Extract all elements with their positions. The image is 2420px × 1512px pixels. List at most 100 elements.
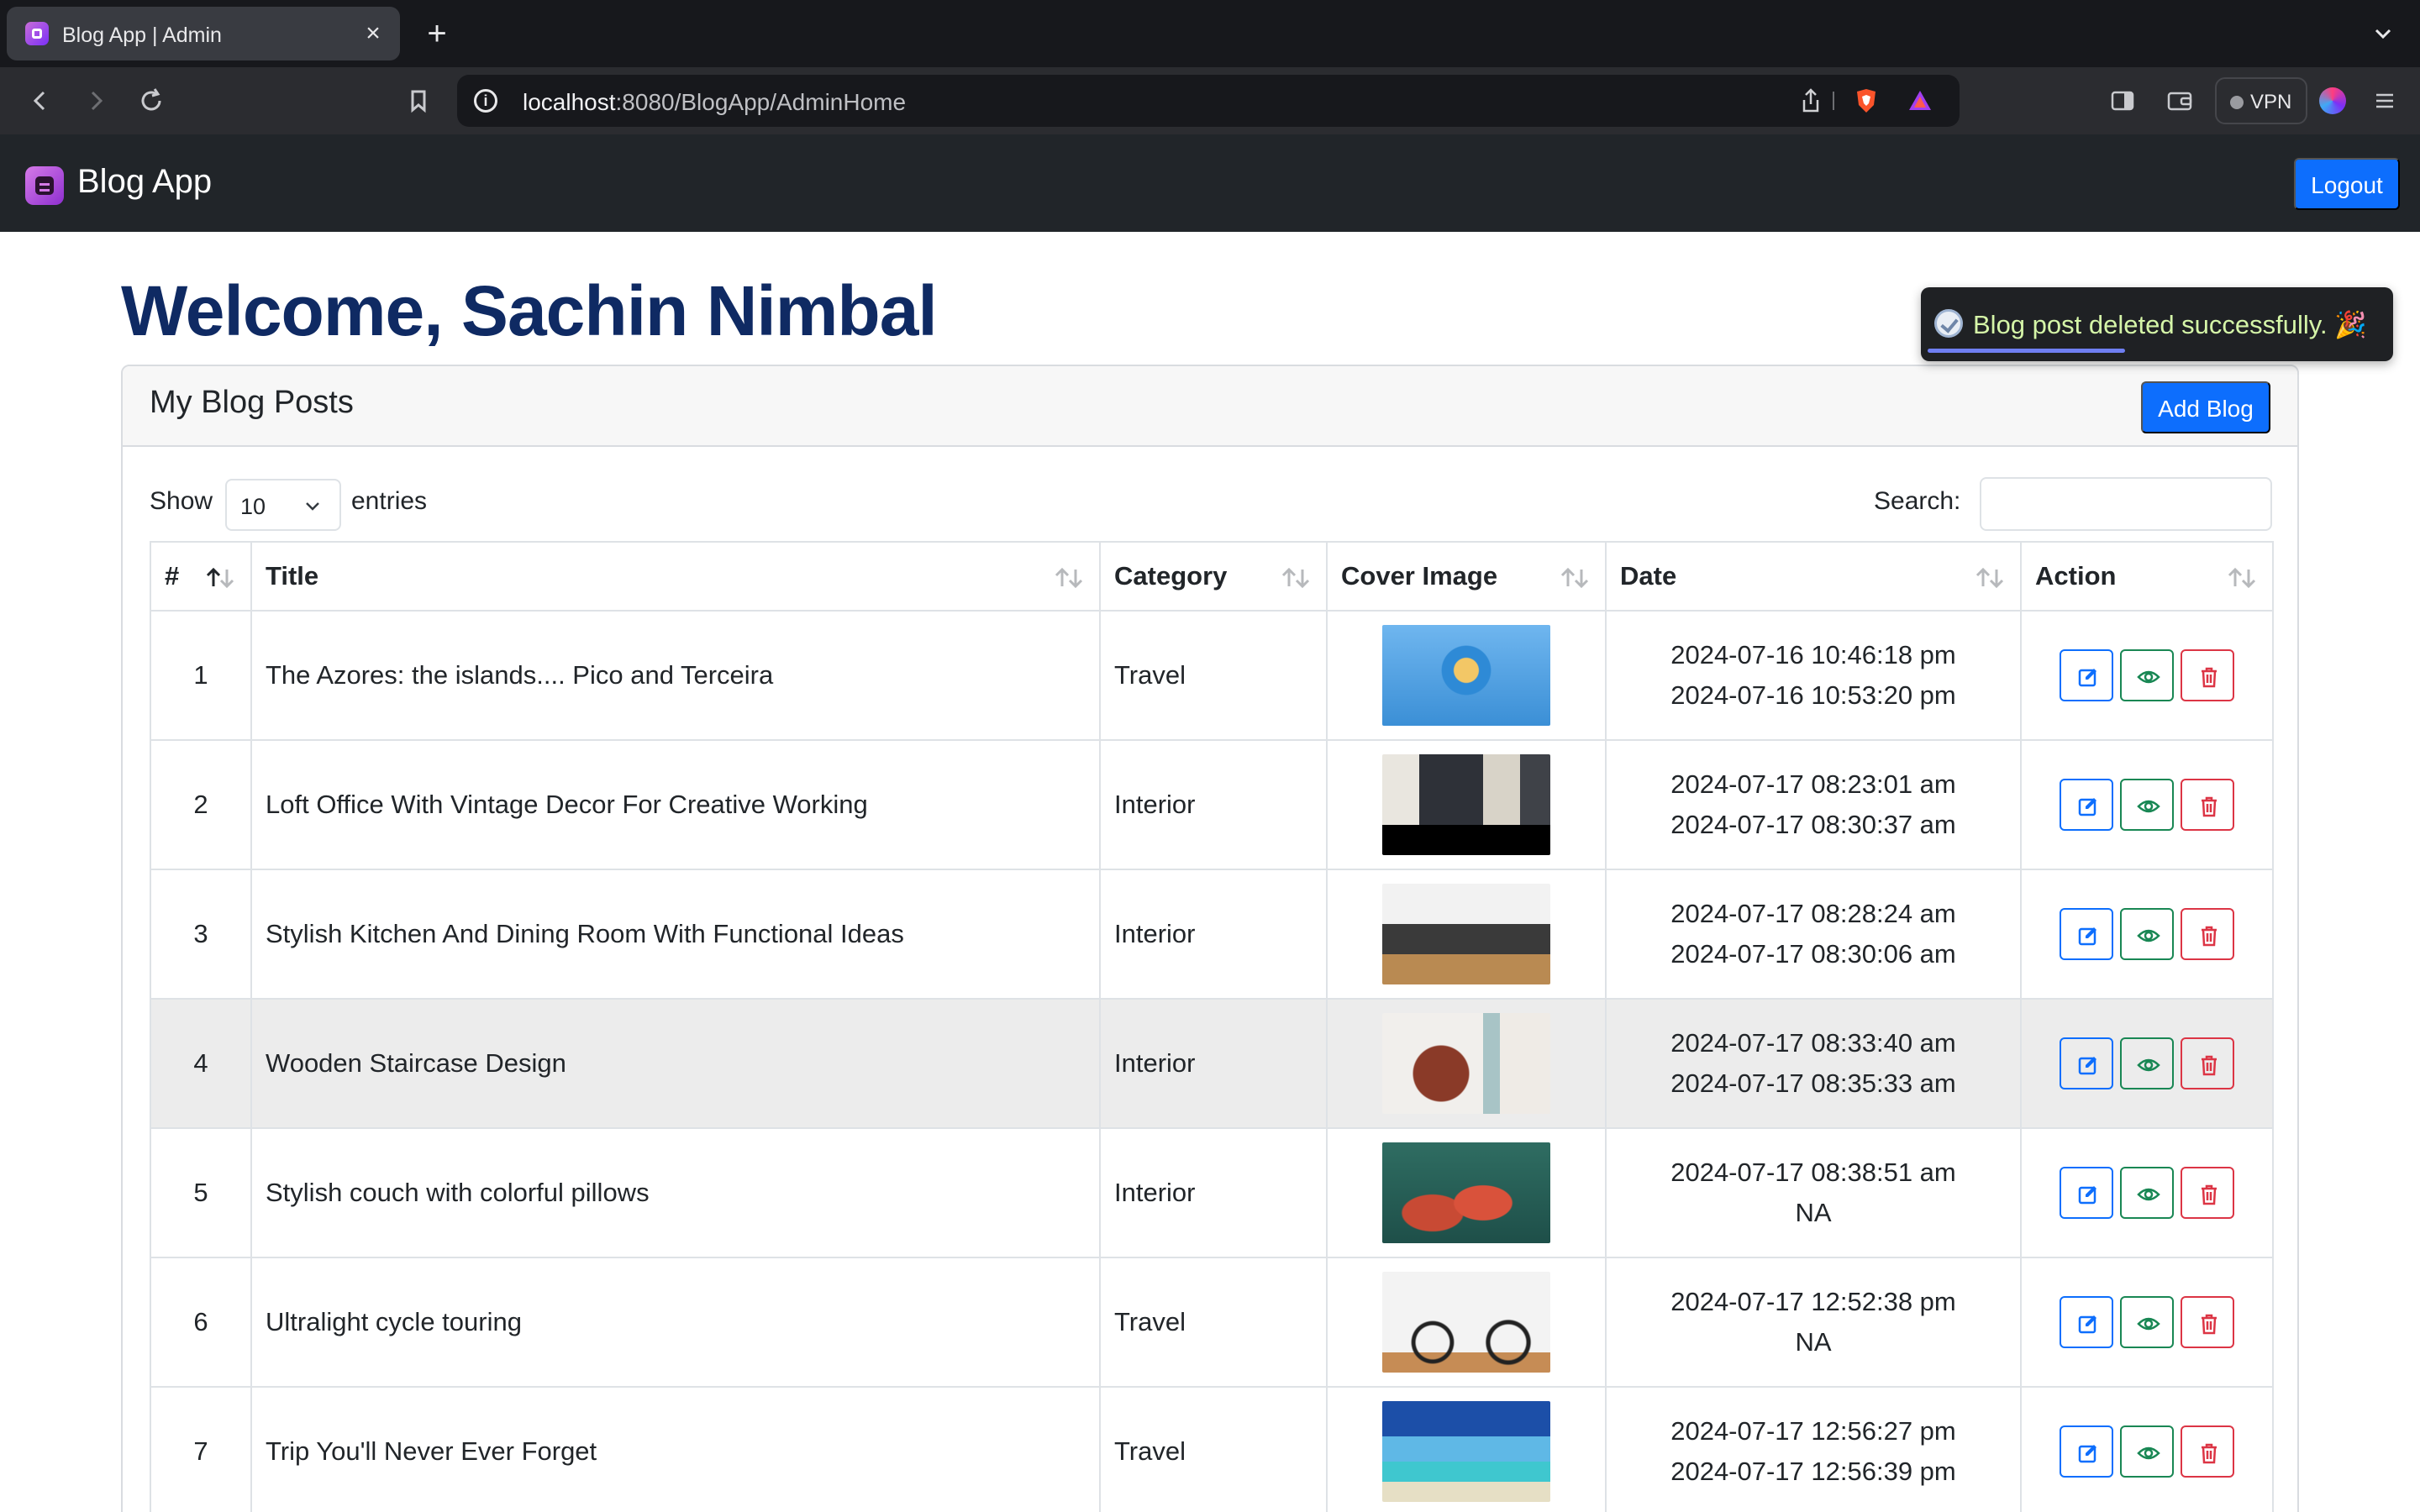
sort-icon — [1558, 566, 1591, 590]
logout-button[interactable]: Logout — [2294, 158, 2400, 210]
cover-image — [1382, 1401, 1550, 1502]
eye-icon — [2137, 1188, 2160, 1201]
blog-app-logo-icon — [25, 166, 64, 205]
close-tab-icon[interactable]: × — [358, 18, 388, 49]
action-cell — [2020, 1127, 2274, 1258]
back-icon[interactable] — [24, 84, 57, 118]
created-date: 2024-07-17 12:56:27 pm — [1670, 1416, 1956, 1446]
delete-button[interactable] — [2181, 1167, 2234, 1219]
eye-icon — [2137, 929, 2160, 942]
new-tab-button[interactable]: + — [418, 15, 455, 52]
brave-rewards-icon[interactable] — [1906, 87, 1934, 115]
post-title: Trip You'll Never Ever Forget — [250, 1386, 1101, 1512]
sidebar-toggle-icon[interactable] — [2106, 84, 2139, 118]
column-header-cover-image[interactable]: Cover Image — [1326, 541, 1607, 612]
post-category: Interior — [1099, 998, 1328, 1129]
updated-date: 2024-07-17 12:56:39 pm — [1670, 1457, 1956, 1486]
menu-icon[interactable] — [2368, 84, 2402, 118]
cover-image — [1382, 1013, 1550, 1114]
edit-button[interactable] — [2060, 779, 2113, 831]
delete-button[interactable] — [2181, 1296, 2234, 1348]
row-number: 2 — [150, 739, 252, 870]
post-title: Ultralight cycle touring — [250, 1257, 1101, 1388]
entries-select[interactable]: 10 — [225, 479, 341, 531]
edit-button[interactable] — [2060, 649, 2113, 701]
tab-list-chevron-icon[interactable] — [2368, 18, 2398, 49]
edit-icon — [2078, 1057, 2096, 1075]
edit-icon — [2078, 798, 2096, 816]
chevron-down-icon — [304, 497, 321, 514]
edit-icon — [2078, 669, 2096, 687]
site-info-icon[interactable]: i — [474, 89, 497, 113]
edit-button[interactable] — [2060, 1037, 2113, 1089]
trash-icon — [2202, 667, 2217, 688]
delete-button[interactable] — [2181, 908, 2234, 960]
cover-image — [1382, 754, 1550, 855]
post-title: Stylish Kitchen And Dining Room With Fun… — [250, 869, 1101, 1000]
sort-icon — [1973, 566, 2007, 590]
edit-button[interactable] — [2060, 1296, 2113, 1348]
sort-icon — [1279, 566, 1313, 590]
url-text: localhost:8080/BlogApp/AdminHome — [523, 89, 907, 115]
brand-name[interactable]: Blog App — [77, 163, 212, 201]
divider — [1832, 87, 1835, 115]
wallet-icon[interactable] — [2163, 84, 2196, 118]
cover-image-cell — [1326, 739, 1607, 870]
view-button[interactable] — [2120, 1167, 2174, 1219]
edit-icon — [2078, 1445, 2096, 1463]
action-cell — [2020, 739, 2274, 870]
sort-icon — [2225, 566, 2259, 590]
browser-toolbar: i localhost:8080/BlogApp/AdminHome VPN — [0, 67, 2420, 134]
view-button[interactable] — [2120, 779, 2174, 831]
post-title: The Azores: the islands.... Pico and Ter… — [250, 610, 1101, 741]
cover-image — [1382, 625, 1550, 726]
post-title: Loft Office With Vintage Decor For Creat… — [250, 739, 1101, 870]
post-category: Interior — [1099, 869, 1328, 1000]
updated-date: 2024-07-16 10:53:20 pm — [1670, 680, 1956, 710]
edit-button[interactable] — [2060, 908, 2113, 960]
edit-button[interactable] — [2060, 1167, 2113, 1219]
add-blog-button[interactable]: Add Blog — [2141, 381, 2270, 433]
column-header-category[interactable]: Category — [1099, 541, 1328, 612]
row-number: 4 — [150, 998, 252, 1129]
browser-tab-bar: Blog App | Admin × + — [0, 0, 2420, 67]
post-dates: 2024-07-17 08:28:24 am 2024-07-17 08:30:0… — [1605, 869, 2022, 1000]
bookmark-icon[interactable] — [402, 84, 435, 118]
delete-button[interactable] — [2181, 779, 2234, 831]
post-title: Wooden Staircase Design — [250, 998, 1101, 1129]
delete-button[interactable] — [2181, 649, 2234, 701]
search-input[interactable] — [1980, 477, 2272, 531]
column-header-action[interactable]: Action — [2020, 541, 2274, 612]
table-row: 7 Trip You'll Never Ever Forget Travel 2… — [150, 1386, 2274, 1512]
table-row: 6 Ultralight cycle touring Travel 2024-0… — [150, 1257, 2274, 1388]
delete-button[interactable] — [2181, 1037, 2234, 1089]
browser-tab[interactable]: Blog App | Admin × — [7, 7, 400, 60]
tab-title: Blog App | Admin — [62, 24, 222, 47]
success-toast[interactable]: Blog post deleted successfully. 🎉 — [1921, 287, 2393, 361]
column-header-date[interactable]: Date — [1605, 541, 2022, 612]
row-number: 7 — [150, 1386, 252, 1512]
brave-shields-icon[interactable] — [1852, 87, 1881, 115]
trash-icon — [2202, 1443, 2217, 1464]
vpn-button[interactable]: VPN — [2215, 77, 2307, 124]
view-button[interactable] — [2120, 908, 2174, 960]
edit-button[interactable] — [2060, 1425, 2113, 1478]
post-title: Stylish couch with colorful pillows — [250, 1127, 1101, 1258]
edit-icon — [2078, 1315, 2096, 1334]
view-button[interactable] — [2120, 649, 2174, 701]
share-icon[interactable] — [1797, 87, 1825, 115]
view-button[interactable] — [2120, 1425, 2174, 1478]
address-bar[interactable]: i localhost:8080/BlogApp/AdminHome — [457, 75, 1960, 127]
updated-date: 2024-07-17 08:35:33 am — [1670, 1068, 1956, 1098]
forward-icon[interactable] — [79, 84, 113, 118]
column-header-number[interactable]: # — [150, 541, 252, 612]
search-label: Search: — [1874, 487, 1961, 515]
reload-icon[interactable] — [134, 84, 168, 118]
row-number: 1 — [150, 610, 252, 741]
sort-icon — [1052, 566, 1086, 590]
delete-button[interactable] — [2181, 1425, 2234, 1478]
view-button[interactable] — [2120, 1037, 2174, 1089]
view-button[interactable] — [2120, 1296, 2174, 1348]
profile-avatar[interactable] — [2319, 87, 2346, 114]
column-header-title[interactable]: Title — [250, 541, 1101, 612]
